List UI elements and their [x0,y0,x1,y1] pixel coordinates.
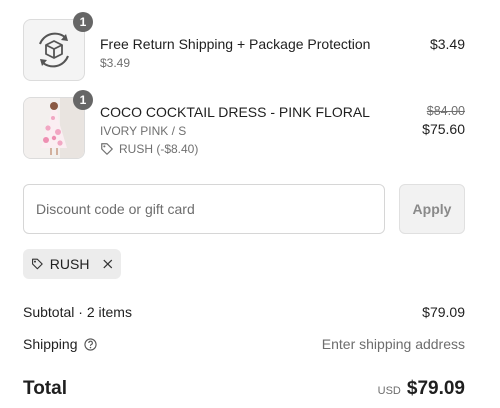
item-price: $3.49 [429,36,465,52]
subtotal-label: Subtotal · 2 items [23,304,132,320]
shipping-value: Enter shipping address [321,336,465,352]
item-discount-label: RUSH (-$8.40) [119,142,199,156]
applied-code-label: RUSH [49,256,90,272]
shipping-row: Shipping Enter shipping address [23,334,465,354]
apply-button[interactable]: Apply [399,184,465,234]
currency-code: USD [377,385,401,397]
item-info: COCO COCKTAIL DRESS - PINK FLORAL IVORY … [100,104,370,156]
help-icon[interactable] [83,337,97,351]
applied-code-chip: RUSH [23,249,121,279]
line-item-dress: 1 COCO COCKTAIL DRESS - PINK FLORAL IVOR… [23,90,465,161]
subtotal-row: Subtotal · 2 items $79.09 [23,302,465,322]
total-label: Total [23,378,67,399]
discounted-price: $75.60 [422,121,465,137]
line-item-protection: 1 Free Return Shipping + Package Protect… [23,12,465,83]
item-variant: IVORY PINK / S [100,124,187,138]
total-value: $79.09 [406,378,465,399]
item-info: Free Return Shipping + Package Protectio… [100,36,370,70]
discount-code-input[interactable] [23,184,385,234]
quantity-badge: 1 [73,12,93,32]
tag-icon [101,143,113,155]
quantity-badge: 1 [73,90,93,110]
subtotal-value: $79.09 [422,304,465,320]
original-price: $84.00 [426,104,465,118]
tag-icon [32,258,43,270]
shipping-label-group: Shipping [23,336,97,352]
item-discount: RUSH (-$8.40) [100,142,370,156]
item-title: COCO COCKTAIL DRESS - PINK FLORAL [100,104,370,120]
total-amount: USD $79.09 [378,378,465,400]
total-row: Total USD $79.09 [23,376,465,402]
remove-code-icon[interactable] [103,258,113,270]
item-price-group: $84.00 $75.60 [422,104,465,137]
shipping-label: Shipping [23,336,78,352]
item-title: Free Return Shipping + Package Protectio… [100,36,371,52]
item-subtitle: $3.49 [100,56,131,70]
